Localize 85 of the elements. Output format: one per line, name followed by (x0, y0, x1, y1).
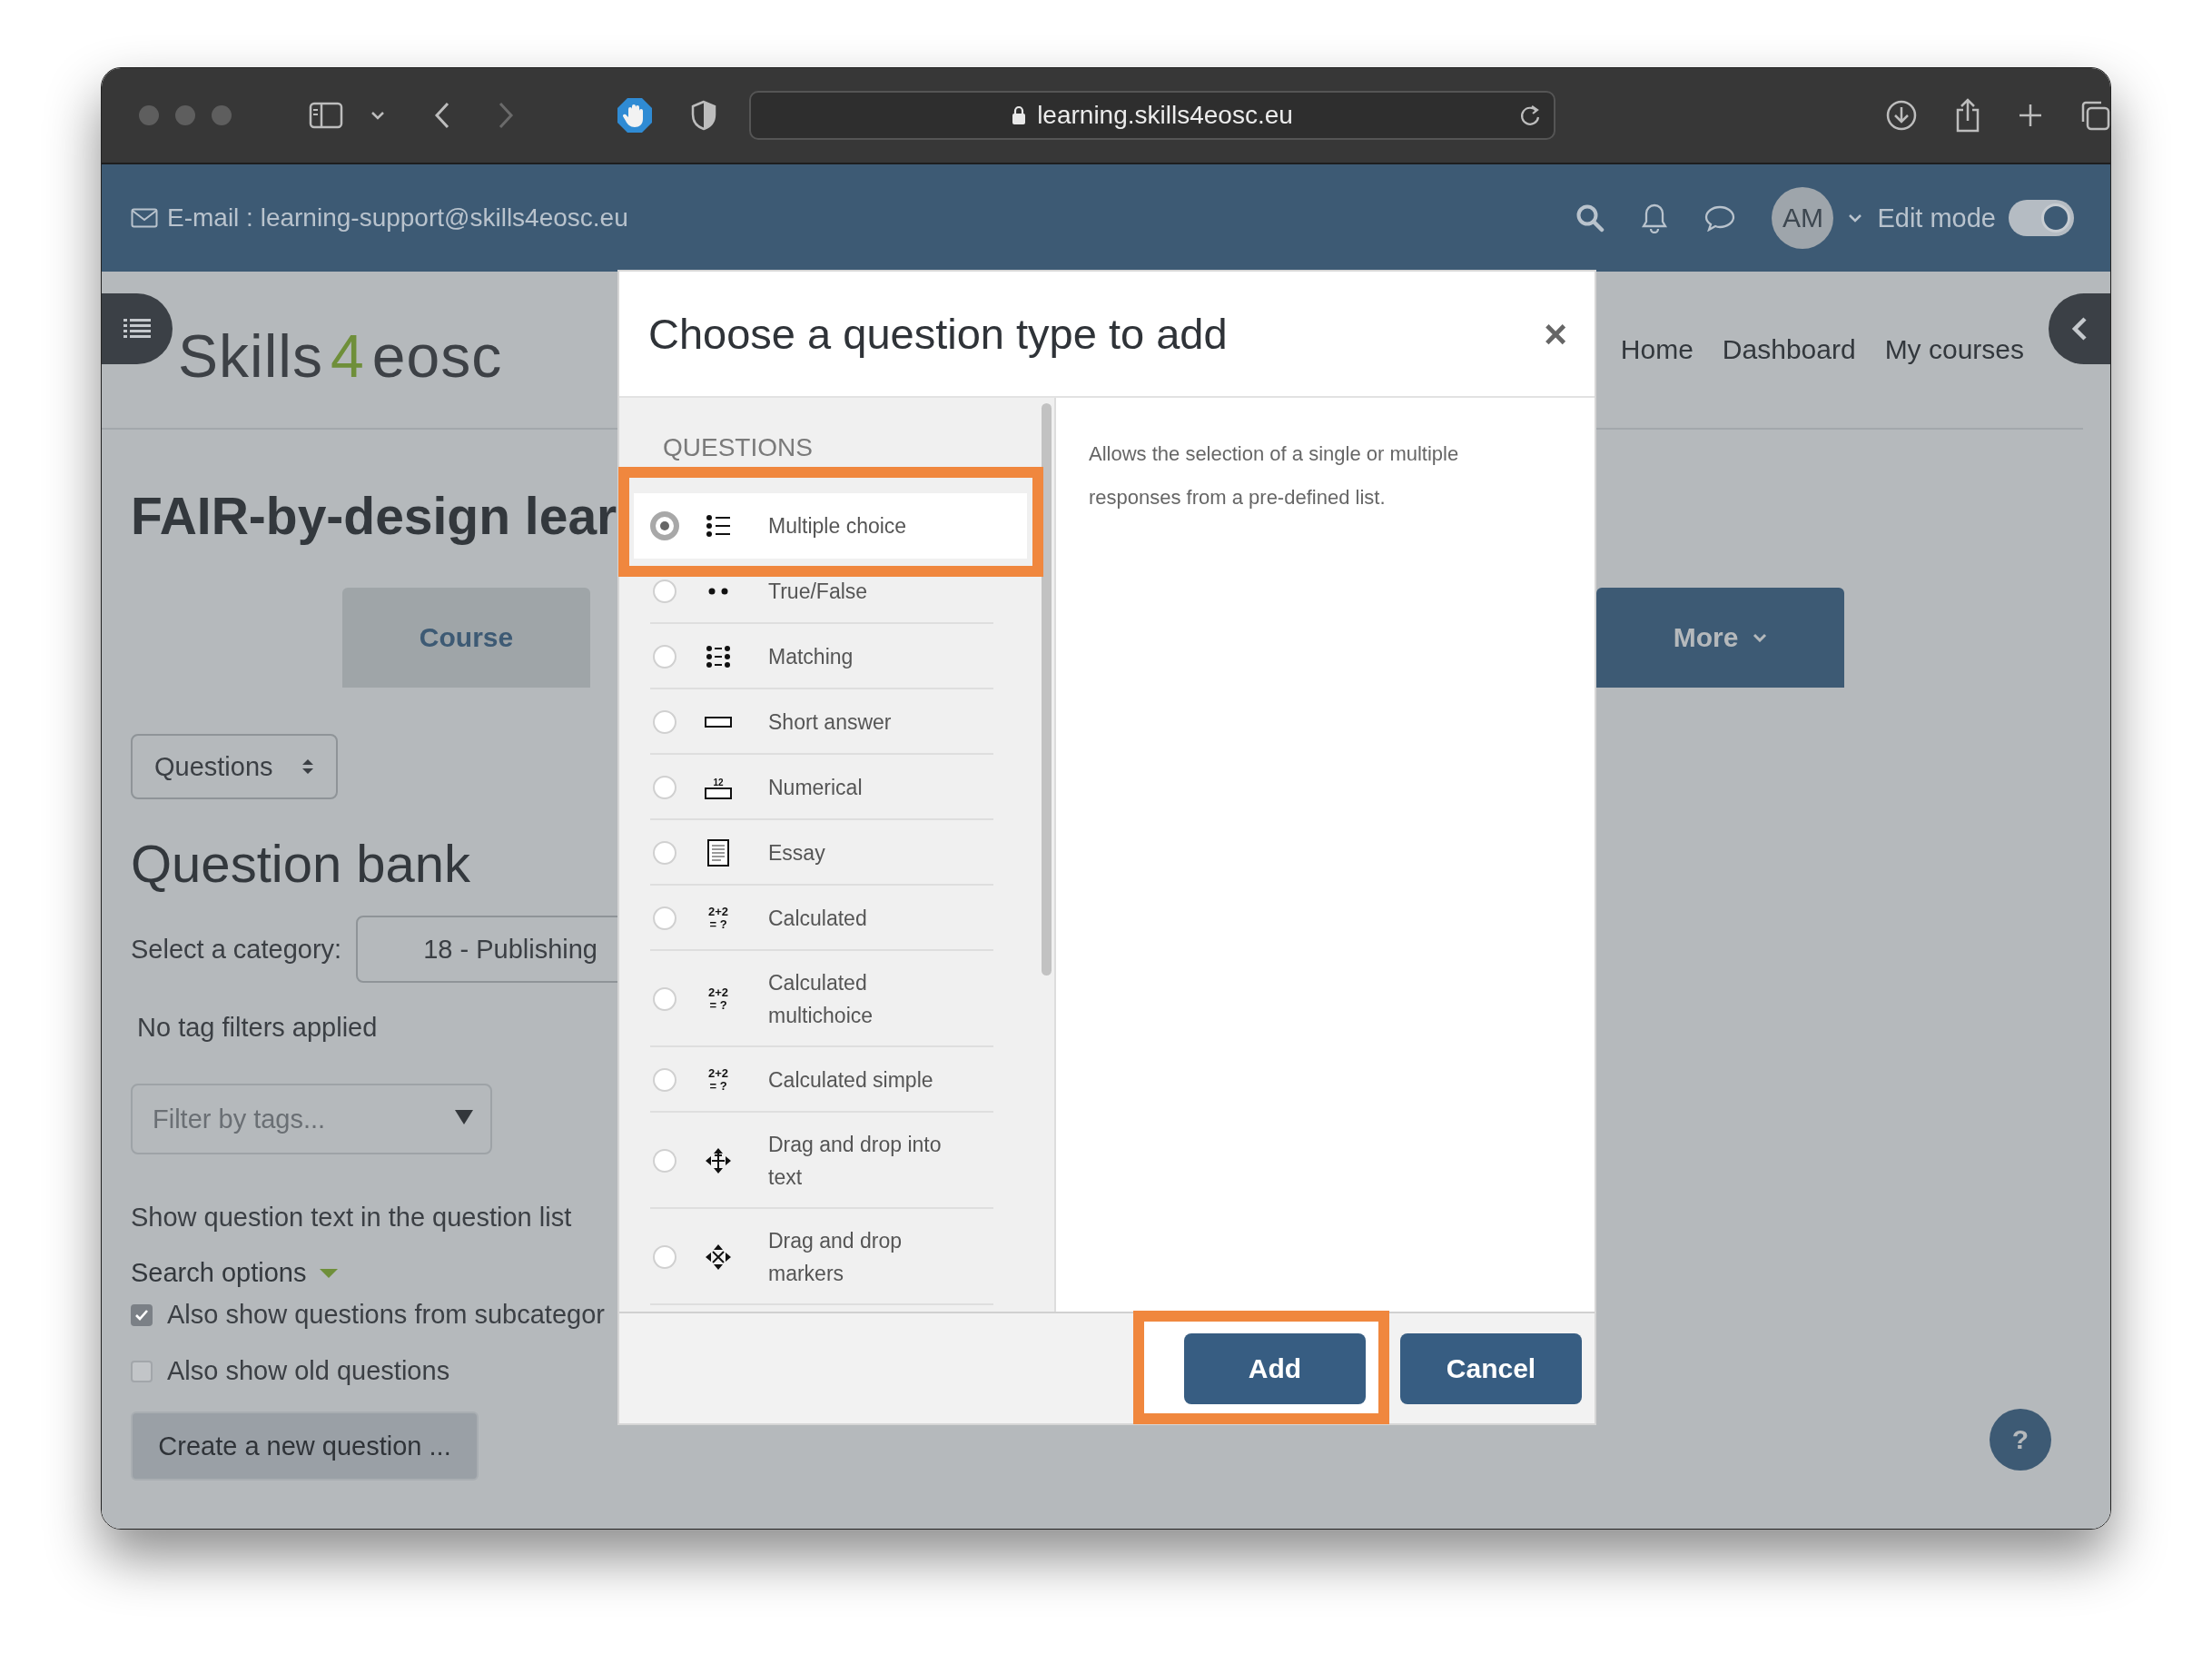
cancel-button[interactable]: Cancel (1400, 1332, 1582, 1404)
user-avatar[interactable]: AM (1772, 187, 1834, 249)
bell-icon[interactable] (1641, 203, 1669, 233)
shield-icon[interactable] (691, 100, 716, 131)
radio-button[interactable] (653, 710, 676, 734)
chat-icon[interactable] (1704, 204, 1736, 232)
list-icon (706, 514, 731, 538)
move-arrows-icon (705, 1243, 732, 1271)
site-logo[interactable]: Skills4eosc (178, 322, 503, 391)
radio-button[interactable] (653, 1245, 676, 1269)
caret-icon (319, 1267, 340, 1279)
radio-button[interactable] (653, 841, 676, 865)
close-button[interactable]: × (1544, 313, 1567, 354)
document-icon (707, 839, 729, 867)
question-type-option[interactable]: Essay (634, 820, 1027, 886)
question-type-option[interactable]: Multiple choice (634, 493, 1027, 559)
caret-icon[interactable] (1848, 213, 1863, 223)
nav-link[interactable]: Home (1620, 334, 1694, 365)
formula-icon: 2+2 = ? (705, 986, 732, 1013)
field-label: Show question text in the question list (131, 1203, 572, 1233)
address-bar[interactable]: learning.skills4eosc.eu (749, 91, 1555, 140)
radio-button[interactable] (650, 511, 679, 540)
more-menu-tab[interactable]: More (1596, 588, 1844, 688)
checkbox[interactable] (131, 1360, 153, 1382)
drawer-toggle-button[interactable] (2049, 293, 2110, 364)
nav-link[interactable]: My courses (1884, 334, 2024, 365)
drawer-button[interactable] (102, 293, 173, 364)
question-type-option[interactable]: Matching (634, 624, 1027, 689)
new-tab-icon[interactable] (2018, 103, 2043, 128)
download-icon[interactable] (1885, 99, 1918, 132)
chevron-left-icon (2071, 316, 2088, 342)
question-type-option[interactable]: True/False (634, 559, 1027, 624)
search-icon[interactable] (1575, 203, 1605, 233)
radio-button[interactable] (653, 776, 676, 799)
tag-status: No tag filters applied (137, 1013, 378, 1043)
course-title: FAIR-by-design lear (131, 486, 617, 547)
search-options-toggle[interactable]: Search options (131, 1258, 340, 1288)
text-box-icon (705, 716, 732, 728)
tabs-icon[interactable] (2079, 100, 2110, 131)
dialog-title: Choose a question type to add (648, 309, 1228, 359)
view-select[interactable]: Questions (131, 734, 338, 799)
mail-icon (131, 208, 158, 228)
caret-icon (1753, 633, 1768, 642)
radio-button[interactable] (653, 1068, 676, 1092)
move-arrows-icon (705, 1147, 732, 1174)
checkbox-label: Also show old questions (167, 1356, 450, 1386)
share-icon[interactable] (1954, 98, 1981, 133)
checkbox[interactable] (131, 1303, 153, 1326)
add-button[interactable]: Add (1184, 1332, 1366, 1404)
formula-icon: 2+2 = ? (705, 1066, 732, 1094)
caret-icon[interactable] (454, 1109, 474, 1125)
contact-email: E-mail : learning-support@skills4eosc.eu (167, 203, 628, 233)
question-type-option[interactable]: Short answer (634, 689, 1027, 755)
question-type-option[interactable]: Drag and drop markers (634, 1209, 1027, 1305)
radio-button[interactable] (653, 987, 676, 1011)
sidebar-icon[interactable] (309, 102, 343, 129)
edit-mode-toggle[interactable] (2009, 200, 2074, 236)
formula-icon: 2+2 = ? (705, 905, 732, 932)
question-type-option[interactable]: 12 Numerical (634, 755, 1027, 820)
lock-icon (1012, 105, 1027, 125)
checkbox-label: Also show questions from subcategor (167, 1300, 605, 1330)
list-icon (123, 318, 151, 340)
field-label: Select a category: (131, 934, 342, 965)
scrollbar[interactable] (1042, 403, 1052, 976)
question-type-option[interactable]: Drag and drop into text (634, 1113, 1027, 1209)
radio-button[interactable] (653, 645, 676, 669)
radio-button[interactable] (653, 1149, 676, 1173)
edit-mode-label: Edit mode (1877, 203, 1996, 233)
forward-icon[interactable] (498, 102, 514, 129)
section-heading: Question bank (131, 833, 471, 895)
reload-icon[interactable] (1519, 104, 1541, 127)
back-icon[interactable] (434, 102, 450, 129)
caret-icon[interactable] (370, 111, 385, 120)
section-label: QUESTIONS (663, 432, 814, 463)
tag-filter-field[interactable]: Filter by tags... (131, 1084, 492, 1154)
nav-link[interactable]: Dashboard (1722, 334, 1856, 365)
hand-shield-icon[interactable] (617, 97, 653, 134)
up-down-arrows-icon (301, 758, 314, 776)
dot-grid-icon (706, 645, 731, 669)
question-type-option[interactable]: 2+2 = ? Calculated simple (634, 1047, 1027, 1113)
radio-button[interactable] (653, 579, 676, 603)
help-button[interactable]: ? (1990, 1409, 2051, 1471)
radio-button[interactable] (653, 906, 676, 930)
create-question-button[interactable]: Create a new question ... (131, 1411, 479, 1481)
type-description: Allows the selection of a single or multiple responses from a pre-defined list. (1089, 441, 1460, 510)
